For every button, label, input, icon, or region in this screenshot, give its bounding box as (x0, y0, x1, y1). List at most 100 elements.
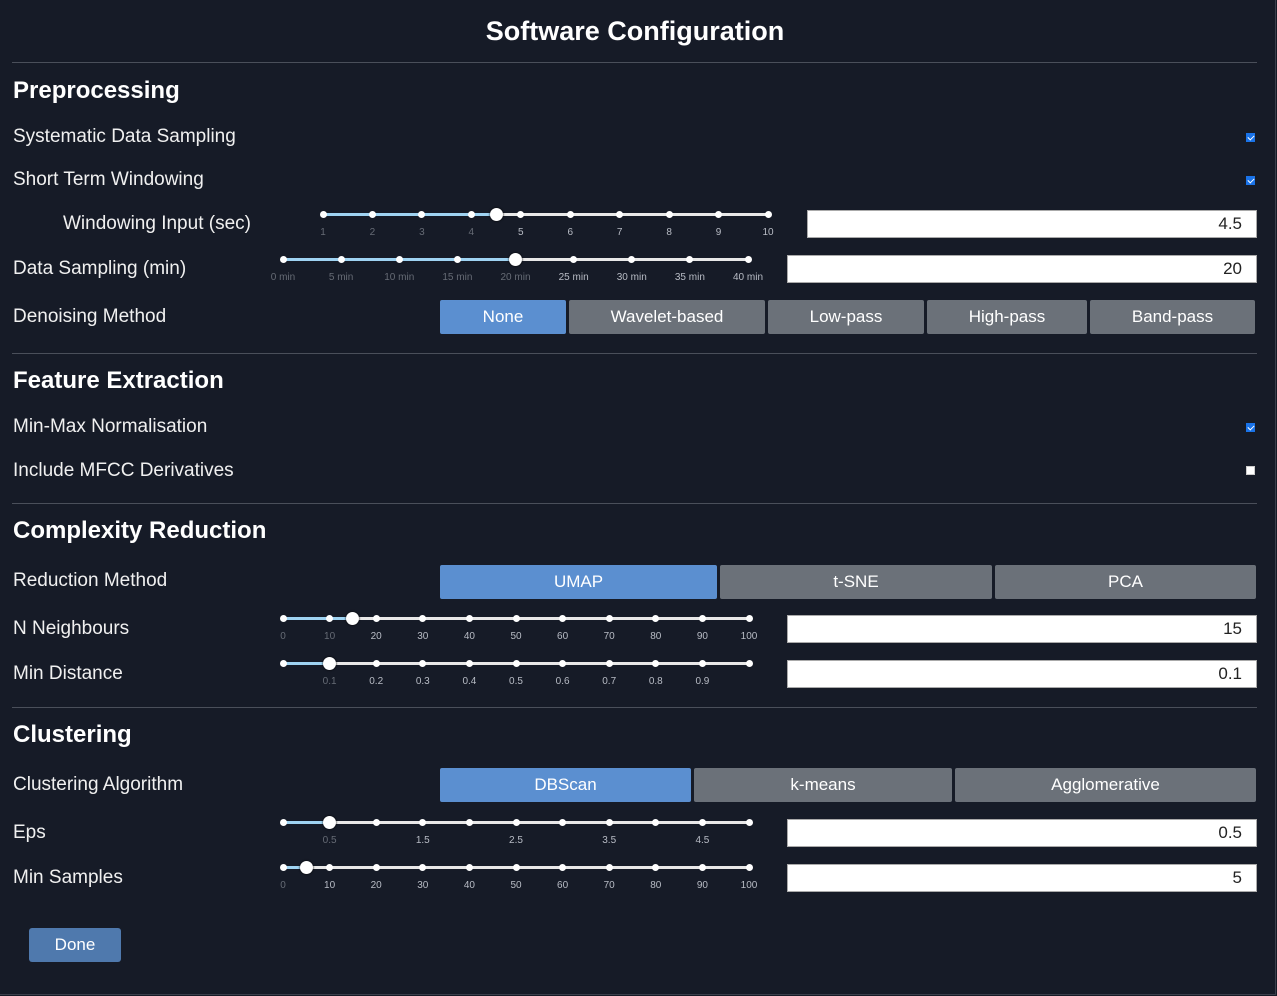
reduction-option-pca[interactable]: PCA (995, 565, 1256, 599)
n-neighbours-field[interactable] (787, 615, 1257, 643)
slider-step-dot (372, 615, 380, 622)
slider-step-dot (698, 819, 706, 826)
short-term-windowing-checkbox[interactable] (1246, 176, 1255, 185)
slider-step-dot (512, 864, 520, 871)
windowing-input-field[interactable] (807, 210, 1257, 238)
data-sampling-field[interactable] (787, 255, 1257, 283)
slider-tick-label: 40 (463, 631, 475, 642)
slider-handle[interactable] (509, 253, 522, 266)
reduction-method-selector: UMAP t-SNE PCA (440, 565, 1256, 599)
slider-step-dot (605, 819, 613, 826)
clustering-algorithm-label: Clustering Algorithm (13, 774, 184, 795)
page-title: Software Configuration (485, 16, 785, 46)
slider-handle[interactable] (323, 816, 337, 829)
slider-step-dot (465, 615, 473, 622)
slider-tick-label: 70 (603, 880, 615, 891)
section-heading-feature-extraction: Feature Extraction (13, 367, 224, 394)
slider-step-dot (279, 864, 287, 871)
mfcc-derivatives-checkbox[interactable] (1246, 466, 1255, 475)
slider-tick-label: 9 (715, 227, 722, 238)
slider-step-dot (368, 211, 376, 218)
slider-step-dot (279, 615, 287, 622)
mfcc-derivatives-label: Include MFCC Derivatives (13, 460, 234, 481)
eps-field[interactable] (787, 819, 1257, 847)
n-neighbours-label: N Neighbours (13, 618, 130, 639)
slider-step-dot (566, 211, 574, 218)
slider-tick-label: 40 (463, 880, 475, 891)
reduction-option-umap[interactable]: UMAP (440, 565, 717, 599)
slider-step-dot (745, 864, 753, 871)
slider-tick-label: 50 (510, 631, 522, 642)
slider-step-dot (467, 211, 475, 218)
slider-tick-label: 0.7 (602, 676, 617, 687)
denoising-option-none[interactable]: None (440, 300, 566, 334)
slider-tick-label: 40 min (732, 272, 763, 283)
slider-handle[interactable] (299, 861, 313, 874)
slider-tick-label: 1.5 (415, 835, 430, 846)
slider-step-dot (395, 256, 403, 263)
denoising-option-high-pass[interactable]: High-pass (927, 300, 1087, 334)
slider-tick-label: 10 (324, 880, 336, 891)
slider-step-dot (698, 615, 706, 622)
slider-tick-label: 30 min (616, 272, 647, 283)
systematic-sampling-checkbox[interactable] (1246, 133, 1255, 142)
slider-tick-label: 3 (419, 227, 425, 238)
slider-tick-label: 10 (762, 227, 774, 238)
slider-tick-label: 0.4 (462, 676, 477, 687)
section-heading-preprocessing: Preprocessing (13, 77, 180, 104)
min-max-checkbox[interactable] (1246, 423, 1255, 432)
denoising-method-selector: None Wavelet-based Low-pass High-pass Ba… (440, 300, 1255, 334)
clustering-option-kmeans[interactable]: k-means (694, 768, 952, 802)
min-samples-label: Min Samples (13, 867, 123, 888)
slider-tick-label: 0.5 (509, 676, 523, 687)
slider-fill (283, 617, 353, 620)
eps-label: Eps (13, 822, 46, 843)
divider (12, 503, 1257, 504)
slider-tick-label: 0.2 (369, 676, 384, 687)
min-distance-field[interactable] (787, 660, 1257, 688)
done-button[interactable]: Done (29, 928, 121, 962)
slider-tick-label: 50 (510, 880, 522, 891)
slider-tick-label: 0.8 (648, 676, 663, 687)
slider-tick-label: 2.5 (509, 835, 523, 846)
denoising-method-label: Denoising Method (13, 306, 167, 327)
clustering-option-dbscan[interactable]: DBScan (440, 768, 691, 802)
divider (12, 707, 1257, 708)
slider-step-dot (372, 660, 380, 667)
denoising-option-wavelet[interactable]: Wavelet-based (569, 300, 765, 334)
slider-tick-label: 0 min (270, 272, 296, 283)
slider-step-dot (745, 819, 753, 826)
slider-tick-label: 70 (603, 631, 615, 642)
slider-tick-label: 30 (417, 631, 429, 642)
slider-tick-label: 2 (369, 227, 376, 238)
slider-handle[interactable] (323, 657, 337, 670)
slider-tick-label: 0 (280, 880, 286, 891)
slider-tick-label: 35 min (674, 272, 705, 283)
slider-step-dot (279, 256, 287, 263)
section-heading-clustering: Clustering (13, 721, 132, 748)
slider-step-dot (319, 211, 327, 218)
slider-tick-label: 25 min (558, 272, 589, 283)
slider-tick-label: 15 min (442, 272, 473, 283)
systematic-sampling-label: Systematic Data Sampling (13, 126, 236, 147)
windowing-input-label: Windowing Input (sec) (63, 213, 251, 234)
min-max-label: Min-Max Normalisation (13, 416, 208, 437)
reduction-option-tsne[interactable]: t-SNE (720, 565, 992, 599)
slider-step-dot (512, 660, 520, 667)
clustering-option-agglomerative[interactable]: Agglomerative (955, 768, 1256, 802)
slider-tick-label: 100 (740, 631, 758, 642)
slider-handle[interactable] (489, 208, 503, 221)
data-sampling-label: Data Sampling (min) (13, 258, 187, 279)
divider (12, 353, 1257, 354)
slider-step-dot (337, 256, 345, 263)
slider-tick-label: 20 (370, 631, 382, 642)
clustering-algorithm-selector: DBScan k-means Agglomerative (440, 768, 1256, 802)
min-samples-field[interactable] (787, 864, 1257, 892)
slider-tick-label: 20 min (500, 272, 531, 283)
denoising-option-band-pass[interactable]: Band-pass (1090, 300, 1255, 334)
slider-tick-label: 5 (517, 227, 524, 238)
denoising-option-low-pass[interactable]: Low-pass (768, 300, 924, 334)
section-heading-complexity-reduction: Complexity Reduction (13, 517, 267, 544)
reduction-method-label: Reduction Method (13, 570, 168, 591)
slider-tick-label: 7 (616, 227, 623, 238)
